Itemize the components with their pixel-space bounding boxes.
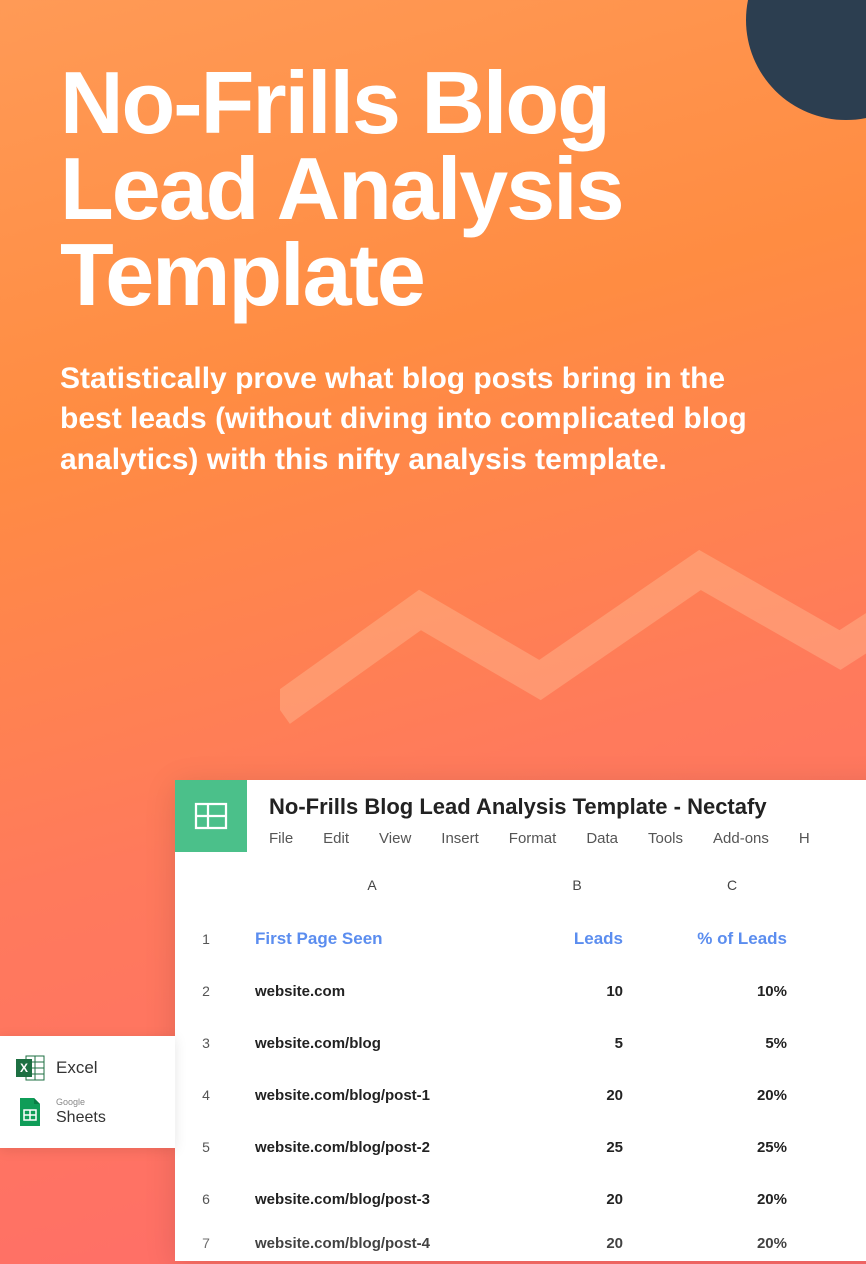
menu-edit[interactable]: Edit xyxy=(323,830,349,847)
format-badges: X Excel Google Sheets xyxy=(0,1036,175,1148)
cell-leads[interactable]: 20 xyxy=(507,1235,647,1252)
header-leads[interactable]: Leads xyxy=(507,929,647,949)
table-row: 6 website.com/blog/post-3 20 20% xyxy=(175,1173,866,1225)
cell-pct[interactable]: 20% xyxy=(647,1087,817,1104)
spreadsheet-header: No-Frills Blog Lead Analysis Template - … xyxy=(175,780,866,857)
row-number: 4 xyxy=(175,1087,237,1103)
cell-page[interactable]: website.com/blog/post-4 xyxy=(237,1235,507,1252)
cell-pct[interactable]: 10% xyxy=(647,983,817,1000)
menu-help[interactable]: H xyxy=(799,830,810,847)
cell-leads[interactable]: 20 xyxy=(507,1191,647,1208)
header-pct-leads[interactable]: % of Leads xyxy=(647,929,817,949)
spreadsheet-body: 1 First Page Seen Leads % of Leads 2 web… xyxy=(175,913,866,1261)
row-number: 7 xyxy=(175,1235,237,1251)
svg-text:X: X xyxy=(20,1061,28,1075)
table-header-row: 1 First Page Seen Leads % of Leads xyxy=(175,913,866,965)
menu-insert[interactable]: Insert xyxy=(441,830,479,847)
menu-addons[interactable]: Add-ons xyxy=(713,830,769,847)
cell-page[interactable]: website.com/blog/post-2 xyxy=(237,1139,507,1156)
table-row: 3 website.com/blog 5 5% xyxy=(175,1017,866,1069)
cell-pct[interactable]: 5% xyxy=(647,1035,817,1052)
cell-page[interactable]: website.com/blog/post-3 xyxy=(237,1191,507,1208)
cell-pct[interactable]: 25% xyxy=(647,1139,817,1156)
cell-page[interactable]: website.com xyxy=(237,983,507,1000)
col-header-b: B xyxy=(507,877,647,893)
menu-format[interactable]: Format xyxy=(509,830,557,847)
cell-leads[interactable]: 20 xyxy=(507,1087,647,1104)
cell-pct[interactable]: 20% xyxy=(647,1235,817,1252)
row-number: 1 xyxy=(175,931,237,947)
menu-file[interactable]: File xyxy=(269,830,293,847)
table-row: 7 website.com/blog/post-4 20 20% xyxy=(175,1225,866,1261)
excel-badge: X Excel xyxy=(14,1046,161,1090)
spreadsheet-menu: File Edit View Insert Format Data Tools … xyxy=(269,830,866,847)
page-title: No-Frills Blog Lead Analysis Template xyxy=(60,60,806,319)
excel-icon: X xyxy=(14,1052,46,1084)
header-first-page[interactable]: First Page Seen xyxy=(237,929,507,949)
cell-page[interactable]: website.com/blog xyxy=(237,1035,507,1052)
cell-pct[interactable]: 20% xyxy=(647,1191,817,1208)
menu-data[interactable]: Data xyxy=(586,830,618,847)
row-number: 6 xyxy=(175,1191,237,1207)
table-row: 4 website.com/blog/post-1 20 20% xyxy=(175,1069,866,1121)
page-subtitle: Statistically prove what blog posts brin… xyxy=(60,359,780,481)
row-number: 5 xyxy=(175,1139,237,1155)
sheets-label: Google Sheets xyxy=(56,1098,106,1127)
sheets-icon xyxy=(14,1096,46,1128)
col-header-c: C xyxy=(647,877,817,893)
spreadsheet-title: No-Frills Blog Lead Analysis Template - … xyxy=(269,794,866,820)
table-row: 5 website.com/blog/post-2 25 25% xyxy=(175,1121,866,1173)
sheets-badge: Google Sheets xyxy=(14,1090,161,1134)
spreadsheet-window: No-Frills Blog Lead Analysis Template - … xyxy=(175,780,866,1261)
row-number: 3 xyxy=(175,1035,237,1051)
menu-view[interactable]: View xyxy=(379,830,411,847)
cell-leads[interactable]: 25 xyxy=(507,1139,647,1156)
column-headers: A B C xyxy=(175,857,866,913)
table-row: 2 website.com 10 10% xyxy=(175,965,866,1017)
cell-page[interactable]: website.com/blog/post-1 xyxy=(237,1087,507,1104)
cell-leads[interactable]: 5 xyxy=(507,1035,647,1052)
chart-decoration xyxy=(280,550,866,730)
menu-tools[interactable]: Tools xyxy=(648,830,683,847)
row-number: 2 xyxy=(175,983,237,999)
col-header-a: A xyxy=(237,877,507,893)
excel-label: Excel xyxy=(56,1058,98,1078)
hero-section: No-Frills Blog Lead Analysis Template St… xyxy=(0,0,866,480)
spreadsheet-logo-icon xyxy=(175,780,247,852)
cell-leads[interactable]: 10 xyxy=(507,983,647,1000)
